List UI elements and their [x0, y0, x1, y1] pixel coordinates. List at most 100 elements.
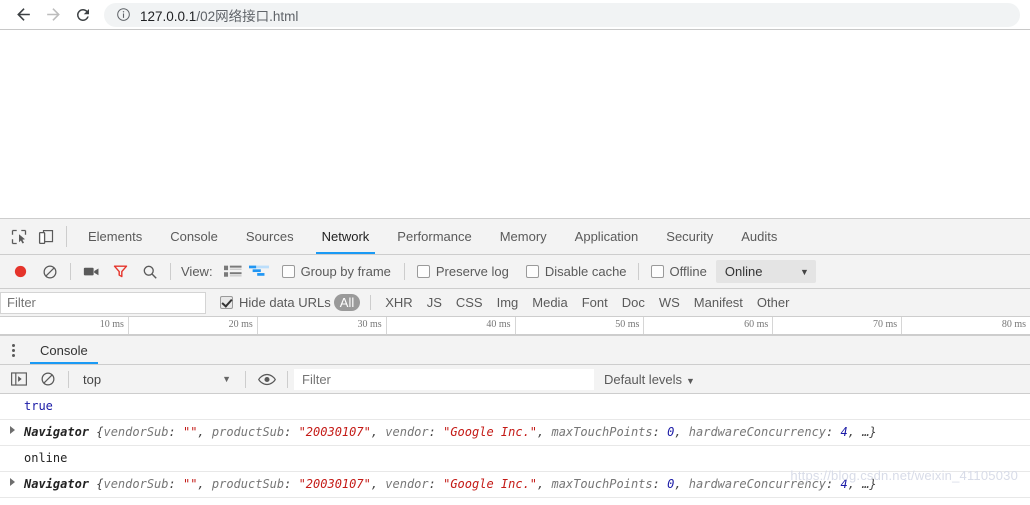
drawer-menu-button[interactable]	[0, 336, 26, 364]
type-filter-all[interactable]: All	[333, 294, 361, 311]
address-bar[interactable]: 127.0.0.1/02网络接口.html	[104, 2, 1020, 27]
object-open-brace: {	[89, 425, 104, 439]
tab-performance[interactable]: Performance	[383, 219, 485, 254]
object-sep: ,	[197, 425, 212, 439]
object-value: "20030107"	[298, 425, 371, 439]
object-sep: :	[284, 425, 299, 439]
tab-audits[interactable]: Audits	[727, 219, 791, 254]
object-sep: ,	[370, 477, 386, 491]
expand-arrow-icon[interactable]	[10, 426, 15, 434]
drawer-tabbar: Console	[0, 336, 1030, 365]
execution-context-value: top	[83, 371, 102, 387]
tab-memory[interactable]: Memory	[486, 219, 561, 254]
tab-console[interactable]: Console	[156, 219, 232, 254]
console-levels-label: Default levels	[604, 371, 683, 387]
timeline-tick: 50 ms	[516, 317, 645, 334]
record-button[interactable]	[6, 259, 35, 285]
offline-checkbox[interactable]: Offline	[650, 264, 707, 279]
type-filter-ws[interactable]: WS	[653, 294, 686, 311]
clear-console-button[interactable]	[33, 366, 62, 392]
throttling-select[interactable]: Online ▼	[715, 260, 816, 283]
console-sidebar-toggle-button[interactable]	[4, 366, 33, 392]
timeline-tick: 20 ms	[129, 317, 258, 334]
toolbar-divider	[170, 263, 171, 280]
checkbox-box	[525, 265, 539, 278]
console-message[interactable]: online	[0, 446, 1030, 472]
type-filter-js[interactable]: JS	[421, 294, 448, 311]
tab-label: Audits	[741, 229, 778, 244]
tab-security[interactable]: Security	[652, 219, 727, 254]
object-sep: :	[826, 425, 841, 439]
type-filter-manifest[interactable]: Manifest	[688, 294, 749, 311]
object-sep: ,	[537, 425, 552, 439]
reload-button[interactable]	[68, 1, 98, 29]
timeline-tick: 80 ms	[1001, 319, 1026, 330]
object-key: hardwareConcurrency	[688, 425, 827, 439]
tab-label: Elements	[88, 229, 143, 244]
execution-context-select[interactable]: top ▼	[75, 368, 239, 390]
tab-sources[interactable]: Sources	[232, 219, 308, 254]
tab-network[interactable]: Network	[308, 219, 384, 254]
object-sep: :	[168, 425, 183, 439]
hide-data-urls-checkbox[interactable]: Hide data URLs	[220, 295, 331, 310]
type-filter-media[interactable]: Media	[526, 294, 573, 311]
disable-cache-checkbox[interactable]: Disable cache	[525, 264, 627, 279]
filter-toggle-button[interactable]	[106, 259, 135, 285]
console-filter-input[interactable]	[294, 368, 594, 390]
chevron-down-icon: ▼	[686, 375, 695, 386]
search-icon	[143, 265, 157, 279]
drawer-tab-console[interactable]: Console	[26, 336, 102, 364]
waterfall-view-icon	[248, 265, 269, 276]
type-filter-other[interactable]: Other	[751, 294, 796, 311]
network-toolbar: View: Group by frame Preserve log Disabl…	[0, 255, 1030, 289]
type-filter-css[interactable]: CSS	[450, 294, 489, 311]
type-filter-font[interactable]: Font	[576, 294, 614, 311]
device-toolbar-button[interactable]	[32, 219, 59, 254]
object-key: maxTouchPoints	[551, 477, 653, 491]
console-levels-select[interactable]: Default levels ▼	[604, 372, 695, 387]
inspect-element-button[interactable]	[5, 219, 32, 254]
type-filter-img[interactable]: Img	[491, 294, 525, 311]
preserve-log-checkbox[interactable]: Preserve log	[416, 264, 509, 279]
eye-icon	[257, 373, 276, 385]
search-button[interactable]	[135, 259, 164, 285]
type-filter-doc[interactable]: Doc	[616, 294, 651, 311]
group-by-frame-checkbox[interactable]: Group by frame	[281, 264, 391, 279]
capture-screenshots-button[interactable]	[77, 259, 106, 285]
view-waterfall-button[interactable]	[246, 261, 272, 283]
live-expression-button[interactable]	[252, 366, 281, 392]
forward-button[interactable]	[38, 1, 68, 29]
record-circle-icon	[14, 265, 27, 278]
url-host: 127.0.0.1	[140, 8, 197, 24]
object-constructor: Navigator	[24, 425, 90, 439]
throttling-value: Online	[724, 264, 763, 279]
devtools-panel: Elements Console Sources Network Perform…	[0, 218, 1030, 498]
network-timeline-ruler[interactable]: 10 ms 20 ms 30 ms 40 ms 50 ms 60 ms 70 m…	[0, 317, 1030, 335]
toolbar-divider	[245, 370, 246, 388]
tab-elements[interactable]: Elements	[74, 219, 156, 254]
site-info-icon[interactable]	[116, 7, 131, 22]
list-view-icon	[223, 265, 242, 277]
console-message[interactable]: true	[0, 394, 1030, 420]
object-close-brace: …}	[862, 425, 877, 439]
object-value: "Google Inc."	[443, 425, 538, 439]
expand-arrow-icon[interactable]	[10, 478, 15, 486]
network-filter-input[interactable]	[0, 291, 206, 314]
console-toolbar: top ▼ Default levels▼	[0, 365, 1030, 394]
checkbox-box	[650, 265, 664, 278]
checkbox-label: Group by frame	[300, 264, 391, 279]
back-button[interactable]	[8, 1, 38, 29]
object-key: maxTouchPoints	[551, 425, 653, 439]
checkbox-label: Hide data URLs	[239, 295, 331, 310]
console-message[interactable]: Navigator {vendorSub: "", productSub: "2…	[0, 420, 1030, 446]
object-sep: :	[168, 477, 183, 491]
object-sep: :	[284, 477, 299, 491]
object-sep: :	[652, 477, 668, 491]
tab-application[interactable]: Application	[561, 219, 653, 254]
clear-network-button[interactable]	[35, 259, 64, 285]
object-key: vendor	[385, 477, 429, 491]
type-filter-xhr[interactable]: XHR	[379, 294, 418, 311]
object-value: 4	[840, 477, 848, 491]
console-message[interactable]: Navigator {vendorSub: "", productSub: "2…	[0, 472, 1030, 498]
view-list-button[interactable]	[220, 261, 246, 283]
